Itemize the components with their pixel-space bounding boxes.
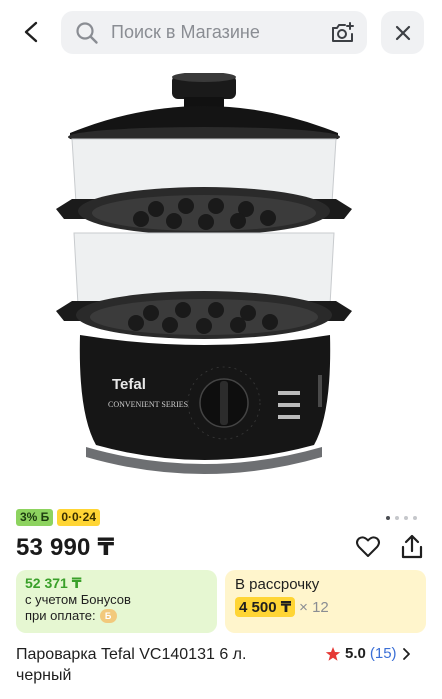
installment-amount: 4 500 ₸ [235, 597, 296, 617]
gallery-dot [404, 516, 408, 520]
installment-badge: 0·0·24 [57, 509, 100, 526]
top-bar: Поиск в Магазине [0, 0, 442, 64]
close-icon [395, 25, 410, 40]
cashback-badge: 3% Б [16, 509, 54, 526]
product-title: Пароварка Tefal VC140131 6 л. черный [16, 646, 247, 684]
camera-search-icon[interactable] [329, 19, 357, 47]
bonus-coin-icon: Б [99, 609, 117, 623]
installment-card[interactable]: В рассрочку 4 500 ₸ × 12 [225, 570, 426, 633]
close-button[interactable] [381, 11, 424, 54]
heart-icon [356, 536, 380, 557]
installment-multiplier: × 12 [299, 598, 329, 616]
bonus-price: 52 371 ₸ [25, 575, 82, 591]
gallery-dot [386, 516, 390, 520]
steamer-illustration: Tefal CONVENIENT SERIES [56, 73, 352, 474]
bonus-line2: при оплате: [25, 608, 96, 623]
bonus-line1: с учетом Бонусов [25, 592, 131, 607]
product-price: 53 990 ₸ [16, 534, 115, 561]
review-count: (15) [369, 645, 397, 662]
rating-link[interactable]: 5.0 (15) [325, 645, 413, 662]
star-icon [325, 646, 341, 661]
rating-value: 5.0 [345, 645, 366, 662]
product-image[interactable]: Tefal CONVENIENT SERIES [0, 64, 442, 502]
share-icon [401, 534, 423, 559]
brand-logo: Tefal [112, 376, 146, 393]
series-text: CONVENIENT SERIES [108, 400, 188, 409]
search-icon [75, 20, 101, 46]
share-button[interactable] [398, 533, 426, 561]
gallery-dot [395, 516, 399, 520]
favorite-button[interactable] [355, 534, 383, 562]
back-button[interactable] [14, 14, 50, 50]
gallery-dot [413, 516, 417, 520]
installment-label: В рассрочку [235, 576, 320, 593]
gallery-dots [386, 516, 417, 520]
search-input[interactable]: Поиск в Магазине [61, 11, 367, 54]
search-placeholder: Поиск в Магазине [111, 22, 260, 42]
badges-row: 3% Б 0·0·24 [16, 509, 100, 526]
back-arrow-icon [24, 21, 38, 43]
chevron-right-icon [402, 647, 410, 660]
bonus-price-card[interactable]: 52 371 ₸ с учетом Бонусов при оплате: Б [16, 570, 217, 633]
